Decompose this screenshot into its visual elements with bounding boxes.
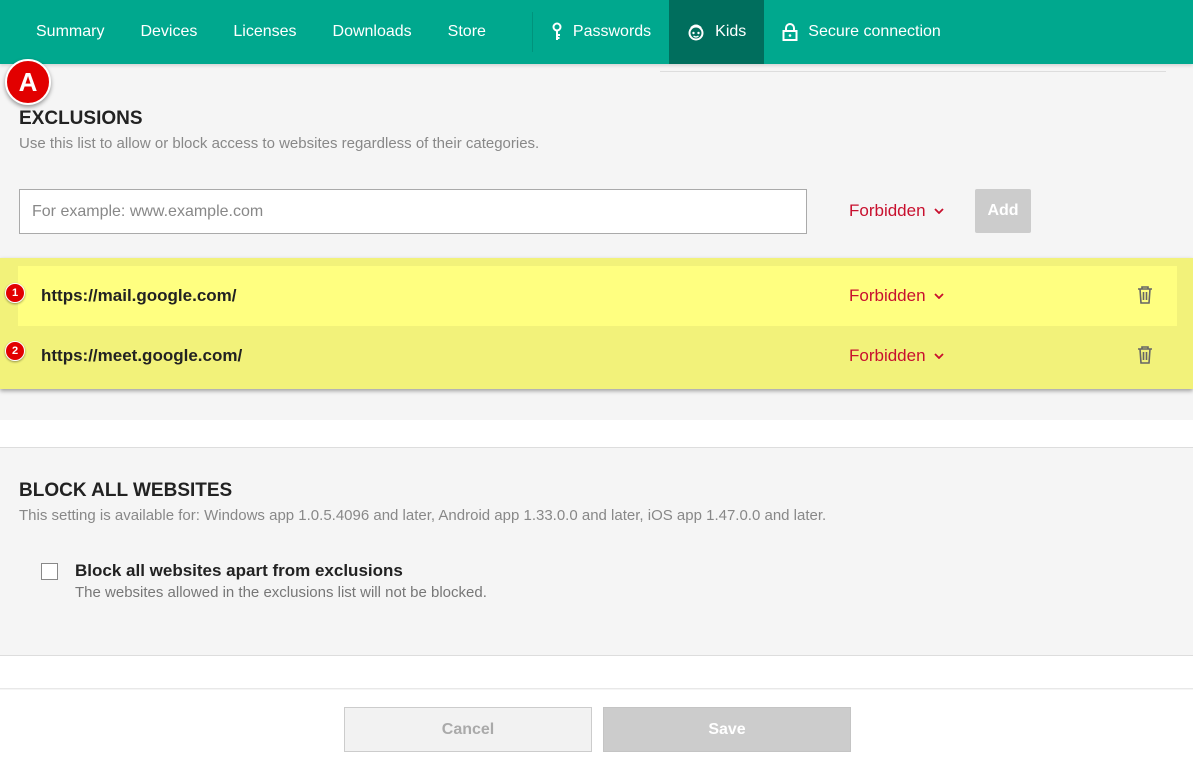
exclusion-mode-label: Forbidden: [849, 346, 926, 365]
exclusion-mode-label: Forbidden: [849, 286, 926, 305]
list-item: 2 https://meet.google.com/ Forbidden: [0, 326, 1193, 386]
block-all-checkbox[interactable]: [41, 563, 58, 580]
annotation-badge-a: A: [5, 59, 51, 105]
nav-licenses-label: Licenses: [233, 23, 297, 40]
trash-icon[interactable]: [1136, 285, 1154, 305]
annotation-badge-2: 2: [5, 341, 25, 361]
nav-devices-label: Devices: [140, 23, 198, 40]
exclusion-mode-dropdown[interactable]: Forbidden: [849, 286, 944, 306]
list-item: 1 https://mail.google.com/ Forbidden: [5, 266, 1177, 326]
nav-store-label: Store: [447, 23, 486, 40]
top-divider: [660, 71, 1166, 72]
exclusions-list: 1 https://mail.google.com/ Forbidden 2 h…: [0, 258, 1193, 389]
nav-kids-label: Kids: [715, 23, 747, 40]
nav-summary[interactable]: Summary: [0, 0, 122, 64]
annotation-badge-1: 1: [5, 283, 25, 303]
chevron-down-icon: [933, 293, 944, 299]
nav-secure-connection-label: Secure connection: [808, 23, 941, 40]
cancel-button[interactable]: Cancel: [344, 707, 592, 752]
exclusion-url: https://mail.google.com/: [41, 286, 237, 305]
footer-bar: [0, 690, 1193, 774]
block-all-title: BLOCK ALL WEBSITES: [19, 480, 233, 501]
nav-devices[interactable]: Devices: [122, 0, 215, 64]
section-divider: [0, 655, 1193, 689]
nav-summary-label: Summary: [36, 23, 105, 40]
exclusion-url: https://meet.google.com/: [41, 346, 243, 365]
add-button[interactable]: Add: [975, 189, 1031, 233]
new-exclusion-mode-label: Forbidden: [849, 201, 926, 220]
trash-icon[interactable]: [1136, 345, 1154, 365]
exclusion-url-input[interactable]: [19, 189, 807, 234]
kids-face-icon: [688, 24, 704, 41]
block-all-checkbox-description: The websites allowed in the exclusions l…: [75, 584, 487, 601]
chevron-down-icon: [933, 353, 944, 359]
nav-licenses[interactable]: Licenses: [215, 0, 314, 64]
nav-divider: [531, 12, 533, 52]
exclusions-subtitle: Use this list to allow or block access t…: [19, 135, 540, 152]
lock-icon: [782, 23, 798, 41]
nav-secure-connection[interactable]: Secure connection: [764, 0, 959, 64]
nav-downloads[interactable]: Downloads: [315, 0, 430, 64]
block-all-subtitle: This setting is available for: Windows a…: [19, 507, 827, 524]
top-navigation: Summary Devices Licenses Downloads Store…: [0, 0, 1193, 64]
nav-passwords-label: Passwords: [572, 23, 652, 40]
nav-downloads-label: Downloads: [332, 23, 412, 40]
exclusion-mode-dropdown[interactable]: Forbidden: [849, 346, 944, 366]
exclusions-title: EXCLUSIONS: [19, 108, 143, 129]
block-all-checkbox-label[interactable]: Block all websites apart from exclusions: [75, 561, 403, 581]
nav-kids[interactable]: Kids: [669, 0, 765, 64]
section-divider: [0, 420, 1193, 448]
key-icon: [552, 22, 562, 40]
chevron-down-icon: [933, 208, 944, 214]
new-exclusion-mode-dropdown[interactable]: Forbidden: [849, 201, 944, 221]
nav-store[interactable]: Store: [430, 0, 504, 64]
nav-passwords[interactable]: Passwords: [551, 0, 669, 64]
save-button[interactable]: Save: [603, 707, 851, 752]
